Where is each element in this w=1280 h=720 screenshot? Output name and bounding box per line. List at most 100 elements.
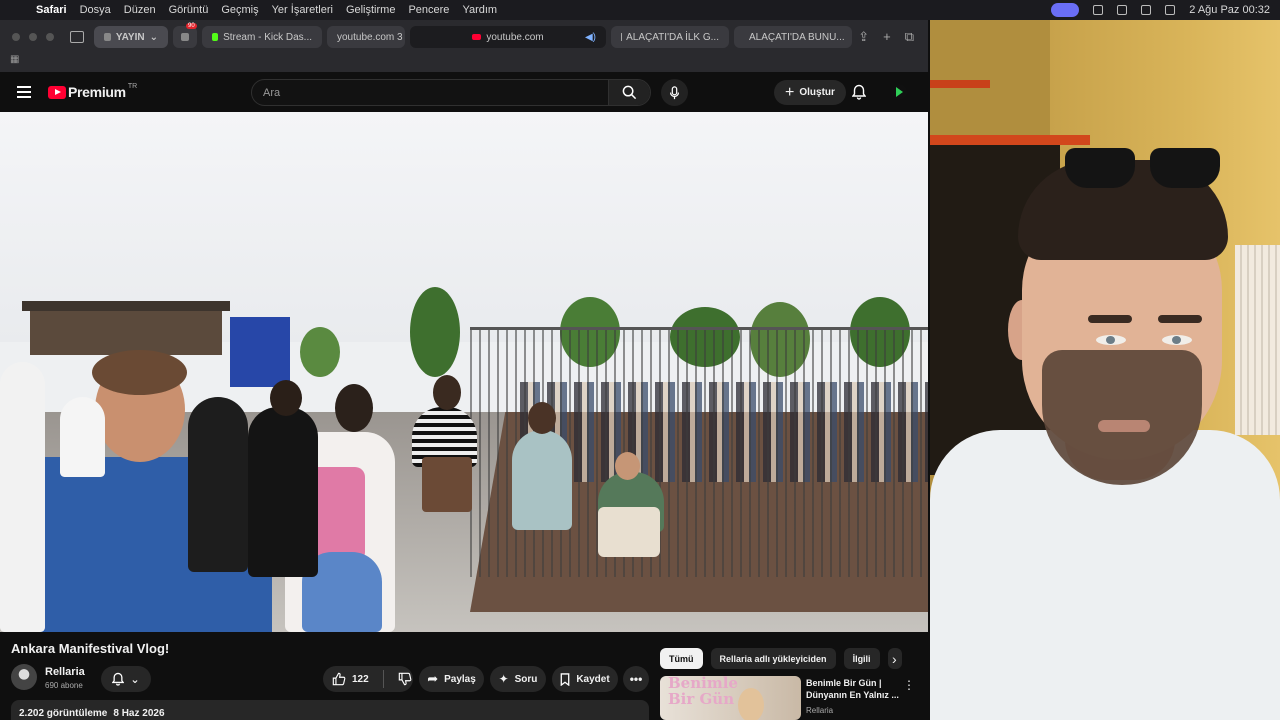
menu-app-name[interactable]: Safari (36, 4, 67, 16)
menu-help[interactable]: Yardım (462, 4, 497, 16)
like-button[interactable]: 122 (332, 672, 369, 686)
tab-youtube-active[interactable]: youtube.com ◀) (410, 26, 606, 48)
tab-alacati-2[interactable]: ALAÇATI'DA BUNU... (734, 26, 852, 48)
webcam-overlay (930, 20, 1280, 720)
related-video-channel[interactable]: Rellaria (806, 706, 833, 715)
search-button[interactable] (608, 80, 650, 105)
channel-avatar[interactable] (11, 664, 37, 690)
menu-develop[interactable]: Geliştirme (346, 4, 396, 16)
thumbs-down-icon[interactable] (398, 672, 412, 686)
ask-button[interactable]: ✦ Soru (490, 666, 546, 692)
menu-history[interactable]: Geçmiş (221, 4, 258, 16)
view-count: 2.202 görüntüleme (19, 708, 108, 719)
menu-icon[interactable] (17, 86, 31, 98)
tab-group-icon (104, 33, 111, 41)
video-person-head (270, 380, 302, 416)
tab-group-label: YAYIN (115, 31, 145, 43)
new-tab-icon[interactable]: + (883, 29, 891, 45)
control-center-icon[interactable] (1165, 5, 1176, 15)
extension-badge: 90 (186, 23, 197, 29)
window-controls (12, 33, 54, 41)
thumbs-up-icon (332, 672, 346, 686)
subscription-bell-button[interactable]: ⌄ (101, 666, 151, 692)
save-label: Kaydet (576, 673, 610, 685)
share-icon[interactable]: ⇪ (858, 29, 869, 45)
channel-name[interactable]: Rellaria (45, 666, 85, 678)
notifications-bell-icon[interactable] (852, 84, 866, 100)
create-button[interactable]: + Oluştur (774, 80, 846, 105)
menubar-clock[interactable]: 2 Ağu Paz 00:32 (1189, 4, 1270, 16)
chevron-right-icon[interactable]: › (892, 651, 897, 667)
video-person (512, 430, 572, 530)
webcam-shelf (930, 135, 1090, 145)
logo-text: Premium (68, 84, 126, 100)
screen-share-indicator[interactable] (1051, 3, 1080, 17)
zoom-window-button[interactable] (46, 33, 54, 41)
menu-view[interactable]: Görüntü (169, 4, 209, 16)
more-horizontal-icon: ••• (629, 672, 643, 686)
video-person (422, 457, 472, 512)
chip-related[interactable]: İlgili (843, 648, 880, 669)
related-video-thumbnail[interactable]: Benimle Bir Gün (660, 676, 801, 720)
tab-kick[interactable]: Stream - Kick Das... (202, 26, 322, 48)
wifi-icon[interactable] (1117, 5, 1128, 15)
tab-label: youtube.com (486, 31, 544, 43)
menu-edit[interactable]: Düzen (124, 4, 156, 16)
video-person (188, 397, 248, 572)
tab-overview-icon[interactable]: ⧉ (905, 29, 914, 45)
safari-toolbar: YAYIN ⌄ 90 Stream - Kick Das... youtube.… (0, 20, 928, 54)
thumbnail-face (738, 688, 764, 720)
description-box[interactable]: 2.202 görüntüleme 8 Haz 2026 (11, 700, 649, 720)
video-player[interactable] (0, 112, 928, 632)
video-person-head (528, 402, 556, 434)
close-window-button[interactable] (12, 33, 20, 41)
video-person (598, 507, 660, 557)
video-person-head (335, 384, 373, 432)
save-button[interactable]: Kaydet (552, 666, 618, 692)
search-icon[interactable] (1141, 5, 1152, 15)
microphone-icon (669, 85, 680, 99)
tab-alacati-1[interactable]: ALAÇATI'DA İLK G... (611, 26, 729, 48)
video-person (60, 397, 105, 477)
webcam-mouth (1098, 420, 1150, 432)
subscriber-count: 690 abone (45, 681, 83, 690)
video-person-hair (92, 350, 187, 395)
sidebar-toggle-icon[interactable] (70, 31, 84, 43)
battery-icon[interactable] (1093, 5, 1104, 15)
more-actions-button[interactable]: ••• (623, 666, 649, 692)
webcam-brow (1158, 315, 1202, 323)
video-title: Ankara Manifestival Vlog! (11, 641, 170, 656)
menu-file[interactable]: Dosya (80, 4, 111, 16)
webcam-shelf (930, 80, 990, 88)
menu-bookmarks[interactable]: Yer İşaretleri (272, 4, 333, 16)
video-person-head (433, 375, 461, 410)
bookmarks-grid-icon[interactable]: ▦ (10, 54, 19, 65)
menubar-status-area: 2 Ağu Paz 00:32 (1051, 0, 1270, 20)
menu-window[interactable]: Pencere (408, 4, 449, 16)
account-avatar[interactable] (891, 84, 907, 100)
tab-group-button[interactable]: YAYIN ⌄ (94, 26, 168, 48)
webcam-brow (1088, 315, 1132, 323)
chip-from-uploader[interactable]: Rellaria adlı yükleyiciden (710, 648, 836, 669)
video-person-head (615, 452, 640, 480)
more-vertical-icon[interactable]: ⋮ (903, 678, 915, 692)
youtube-premium-logo[interactable]: Premium TR (48, 82, 138, 100)
speaker-icon[interactable]: ◀) (585, 32, 596, 43)
minimize-window-button[interactable] (29, 33, 37, 41)
voice-search-button[interactable] (661, 79, 688, 106)
chip-all[interactable]: Tümü (660, 648, 703, 669)
like-count: 122 (352, 673, 369, 685)
webcam-eye (1162, 335, 1192, 345)
extension-button[interactable] (173, 26, 197, 48)
tab-youtube-group[interactable]: youtube.com 3 (327, 26, 405, 48)
like-divider (382, 670, 384, 688)
region-code: TR (127, 82, 138, 90)
related-video-title[interactable]: Benimle Bir Gün | Dünyanın En Yalnız ... (806, 677, 901, 701)
chevron-down-icon: ⌄ (130, 673, 140, 686)
share-button[interactable]: ➦ Paylaş (419, 666, 484, 692)
search-box (251, 79, 651, 106)
plus-icon: + (785, 83, 795, 101)
search-input[interactable] (252, 80, 608, 105)
video-person (248, 407, 318, 577)
search-icon (622, 85, 637, 100)
